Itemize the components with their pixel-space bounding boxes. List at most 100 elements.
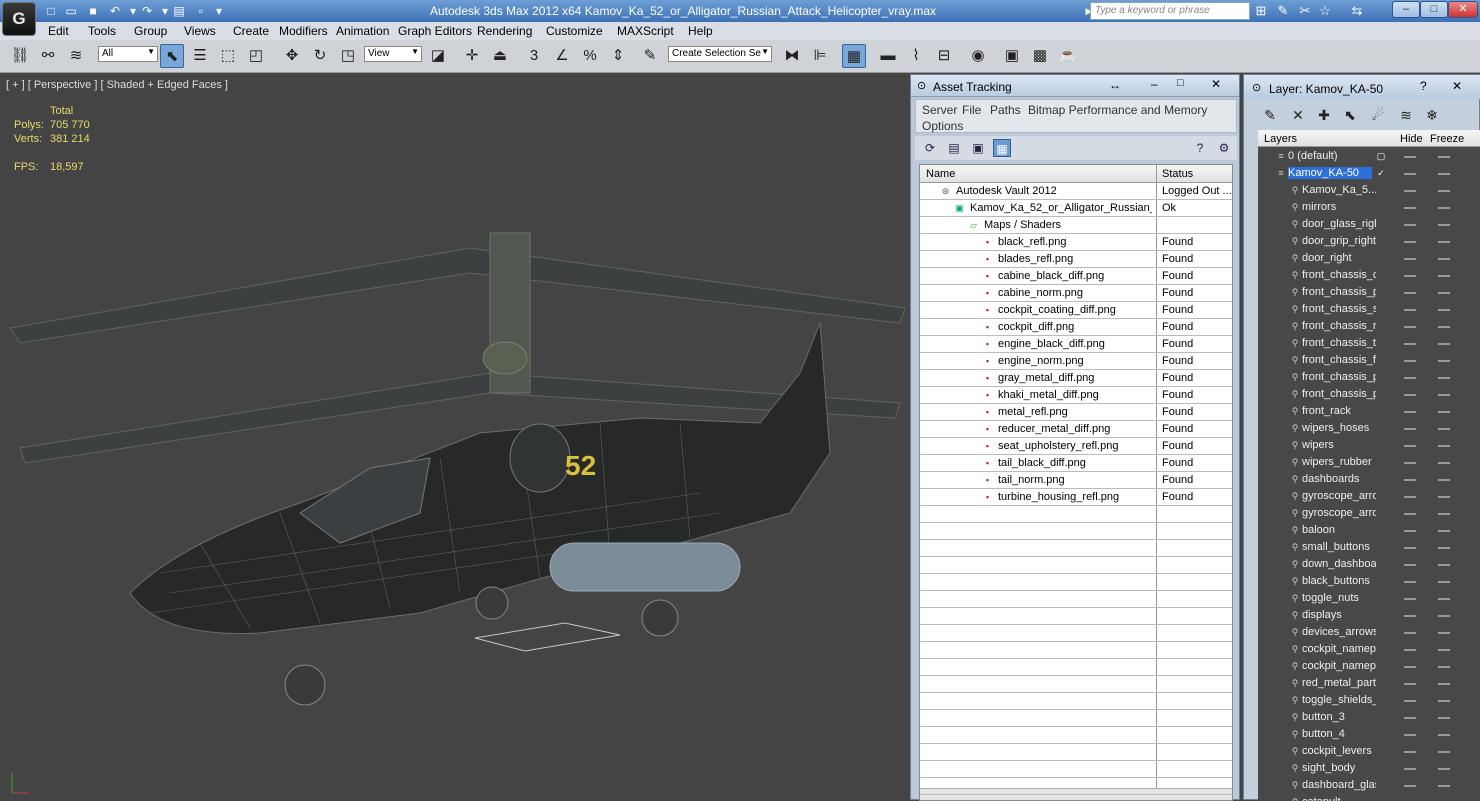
layer-row[interactable]: ⚲ front_rack [1258, 403, 1480, 420]
layer-help-button[interactable]: ? [1420, 79, 1427, 93]
hide-toggle[interactable] [1404, 717, 1416, 719]
freeze-toggle[interactable] [1438, 564, 1450, 566]
align-icon[interactable]: ⊫ [808, 44, 832, 68]
reference-coordinate-dropdown[interactable]: View ▼ [364, 46, 422, 62]
freeze-toggle[interactable] [1438, 496, 1450, 498]
help-icon[interactable]: ? [1191, 139, 1209, 157]
layer-row[interactable]: ⚲ door_grip_right [1258, 233, 1480, 250]
layer-row[interactable]: ⚲ black_buttons [1258, 573, 1480, 590]
select-manipulate-icon[interactable]: ✛ [460, 44, 484, 68]
layer-row[interactable]: ⚲down_dashboard [1258, 556, 1480, 573]
bind-space-warp-icon[interactable]: ≋ [64, 44, 88, 68]
hide-toggle[interactable] [1404, 411, 1416, 413]
asset-row[interactable]: ▪ tail_black_diff.png Found [920, 455, 1232, 472]
binoculars-icon[interactable]: ⊞ [1252, 2, 1270, 20]
column-status[interactable]: Status [1162, 168, 1193, 180]
asset-row[interactable]: ▪ cabine_norm.png Found [920, 285, 1232, 302]
freeze-toggle[interactable] [1438, 666, 1450, 668]
quick-access-dropdown-icon[interactable]: ▾ [210, 3, 228, 19]
freeze-toggle[interactable] [1438, 598, 1450, 600]
hide-toggle[interactable] [1404, 173, 1416, 175]
freeze-toggle[interactable] [1438, 258, 1450, 260]
asset-menu-bitmap-performance[interactable]: Bitmap Performance and Memory [1028, 103, 1207, 117]
spinner-snap-icon[interactable]: ⇕ [606, 44, 630, 68]
freeze-toggle[interactable] [1438, 649, 1450, 651]
menu-group[interactable]: Group [134, 24, 167, 38]
freeze-toggle[interactable] [1438, 292, 1450, 294]
viewport-label[interactable]: [ + ] [ Perspective ] [ Shaded + Edged F… [6, 79, 228, 91]
menu-customize[interactable]: Customize [546, 24, 603, 38]
hide-toggle[interactable] [1404, 190, 1416, 192]
column-hide[interactable]: Hide [1400, 133, 1423, 145]
menu-help[interactable]: Help [688, 24, 713, 38]
asset-menu-paths[interactable]: Paths [990, 103, 1021, 117]
freeze-toggle[interactable] [1438, 156, 1450, 158]
schematic-view-icon[interactable]: ⊟ [932, 44, 956, 68]
save-icon[interactable]: ■ [84, 3, 102, 19]
asset-menu-file[interactable]: File [962, 103, 981, 117]
layer-manager-icon[interactable]: ▦ [842, 44, 866, 68]
freeze-toggle[interactable] [1438, 785, 1450, 787]
unlink-icon[interactable]: ⚯ [36, 44, 60, 68]
minimize-button[interactable]: – [1392, 1, 1420, 18]
freeze-toggle[interactable] [1438, 700, 1450, 702]
freeze-toggle[interactable] [1438, 615, 1450, 617]
hide-toggle[interactable] [1404, 632, 1416, 634]
hide-all-layers-icon[interactable]: ≋ [1396, 105, 1416, 125]
freeze-toggle[interactable] [1438, 190, 1450, 192]
freeze-toggle[interactable] [1438, 309, 1450, 311]
layer-row[interactable]: ⚲ red_metal_parts [1258, 675, 1480, 692]
settings-icon[interactable]: ⚙ [1215, 139, 1233, 157]
perspective-viewport[interactable]: 52 [ + ] [ Perspective ] [ Shaded + Edge… [0, 73, 912, 800]
layer-row[interactable]: ⚲ baloon [1258, 522, 1480, 539]
freeze-all-layers-icon[interactable]: ❄ [1422, 105, 1442, 125]
hide-toggle[interactable] [1404, 513, 1416, 515]
favorites-star-icon[interactable]: ☆ [1316, 2, 1334, 20]
hide-toggle[interactable] [1404, 462, 1416, 464]
hide-toggle[interactable] [1404, 649, 1416, 651]
menu-views[interactable]: Views [184, 24, 216, 38]
mirror-icon[interactable]: ⧓ [780, 44, 804, 68]
layer-row[interactable]: ⚲cockpit_nameplat [1258, 658, 1480, 675]
column-layers[interactable]: Layers [1264, 133, 1297, 145]
freeze-toggle[interactable] [1438, 224, 1450, 226]
hide-toggle[interactable] [1404, 207, 1416, 209]
percent-snap-icon[interactable]: % [578, 44, 602, 68]
menu-tools[interactable]: Tools [88, 24, 116, 38]
layer-row[interactable]: ⚲toggle_shields_b [1258, 692, 1480, 709]
hide-toggle[interactable] [1404, 343, 1416, 345]
freeze-toggle[interactable] [1438, 581, 1450, 583]
layer-row[interactable]: ≡ 0 (default) ▢ [1258, 148, 1480, 165]
hide-toggle[interactable] [1404, 428, 1416, 430]
named-selection-set-dropdown[interactable]: Create Selection Se ▼ [668, 46, 772, 62]
open-file-icon[interactable]: ▭ [62, 3, 80, 19]
layer-row[interactable]: ⚲front_chassis_sh [1258, 301, 1480, 318]
move-icon[interactable]: ✥ [280, 44, 304, 68]
keyboard-shortcut-icon[interactable]: ⏏ [488, 44, 512, 68]
hide-toggle[interactable] [1404, 479, 1416, 481]
communication-icon[interactable]: ✎ [1274, 2, 1292, 20]
menu-graph-editors[interactable]: Graph Editors [398, 24, 472, 38]
asset-row[interactable]: ▪ turbine_housing_refl.png Found [920, 489, 1232, 506]
hide-toggle[interactable] [1404, 683, 1416, 685]
layer-row[interactable]: ⚲ front_chassis_cy [1258, 267, 1480, 284]
asset-row[interactable]: ▪ gray_metal_diff.png Found [920, 370, 1232, 387]
menu-animation[interactable]: Animation [336, 24, 389, 38]
freeze-toggle[interactable] [1438, 207, 1450, 209]
hide-toggle[interactable] [1404, 615, 1416, 617]
hide-toggle[interactable] [1404, 394, 1416, 396]
layer-row[interactable]: ⚲ door_glass_right [1258, 216, 1480, 233]
hide-toggle[interactable] [1404, 258, 1416, 260]
search-input[interactable]: Type a keyword or phrase [1090, 2, 1250, 20]
edit-named-selection-icon[interactable]: ✎ [638, 44, 662, 68]
layer-row[interactable]: ⚲ Kamov_Ka_5... [1258, 182, 1480, 199]
exchange-icon[interactable]: ⇆ [1348, 2, 1366, 20]
curve-editor-icon[interactable]: ⌇ [904, 44, 928, 68]
hide-toggle[interactable] [1404, 751, 1416, 753]
thumbnail-view-icon[interactable]: ▣ [969, 139, 987, 157]
layer-row[interactable]: ⚲front_chassis_pu [1258, 284, 1480, 301]
layer-row[interactable]: ≡ Kamov_KA-50 ✓ [1258, 165, 1480, 182]
asset-maximize-button[interactable]: □ [1177, 77, 1184, 89]
delete-layer-icon[interactable]: ✕ [1288, 105, 1308, 125]
hide-toggle[interactable] [1404, 734, 1416, 736]
